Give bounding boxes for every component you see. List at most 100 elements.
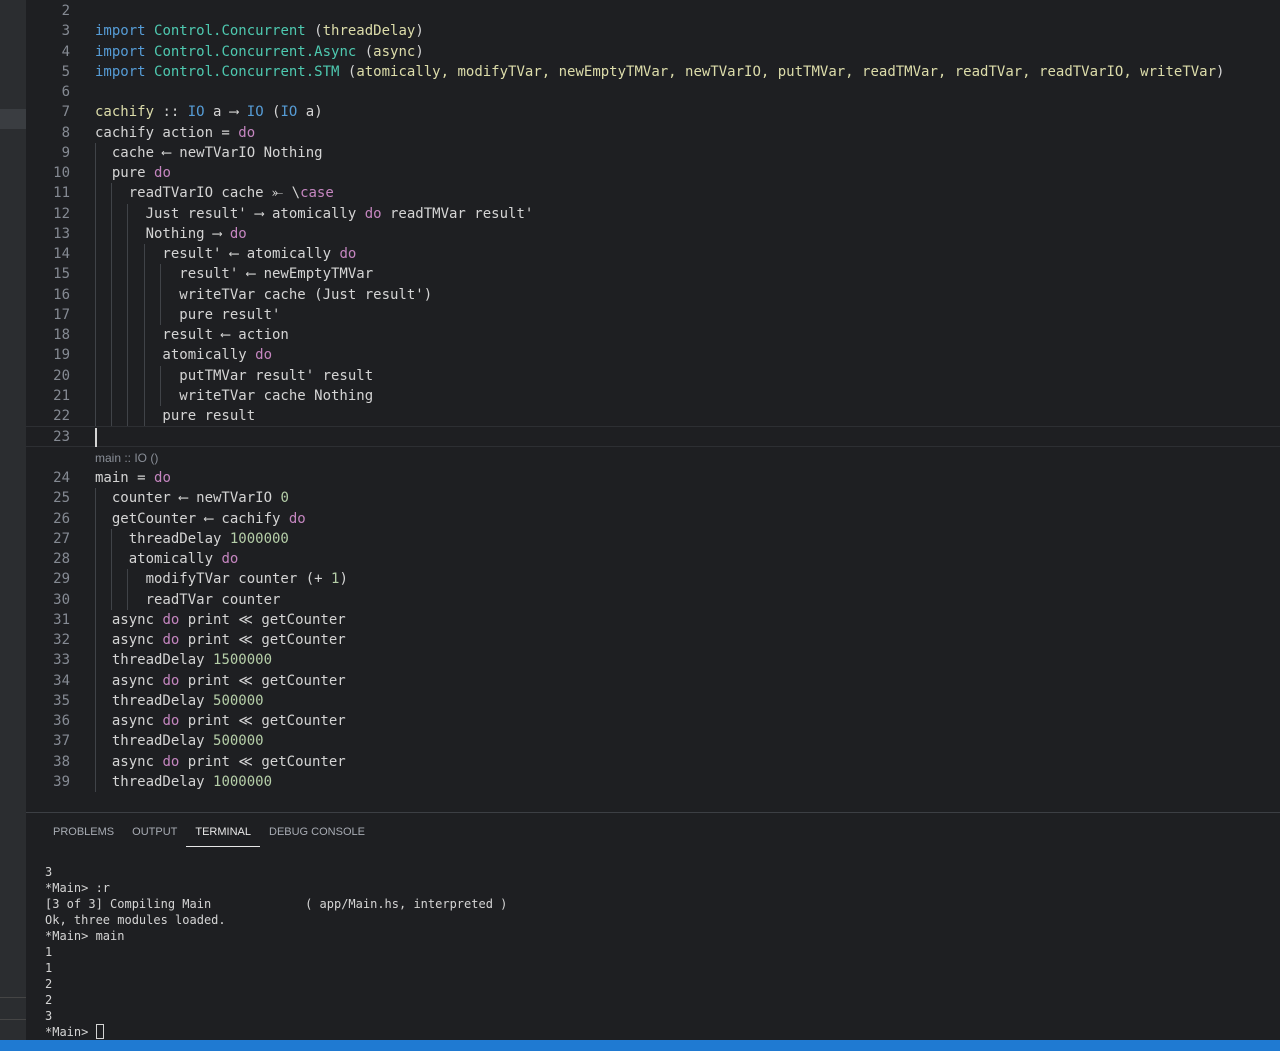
code-token: import <box>95 43 146 60</box>
code-line-20[interactable]: 20 putTMVar result' result <box>26 366 1280 386</box>
code-line-28[interactable]: 28 atomically do <box>26 549 1280 569</box>
tab-debug-console[interactable]: DEBUG CONSOLE <box>260 823 374 847</box>
code-line-15[interactable]: 15 result' ⟵ newEmptyTMVar <box>26 264 1280 284</box>
code-line-21[interactable]: 21 writeTVar cache Nothing <box>26 386 1280 406</box>
code-line-37[interactable]: 37 threadDelay 500000 <box>26 731 1280 751</box>
code-text: readTVarIO cache ⤜ \case <box>95 183 334 203</box>
code-line-13[interactable]: 13 Nothing ⟶ do <box>26 224 1280 244</box>
code-token: a) <box>297 104 323 121</box>
code-token: putTMVar result' result <box>95 367 374 384</box>
activity-divider <box>0 997 26 998</box>
code-line-39[interactable]: 39 threadDelay 1000000 <box>26 772 1280 792</box>
code-line-17[interactable]: 17 pure result' <box>26 305 1280 325</box>
code-line-30[interactable]: 30 readTVar counter <box>26 590 1280 610</box>
code-line-6[interactable]: 6 <box>26 82 1280 102</box>
code-line-16[interactable]: 16 writeTVar cache (Just result') <box>26 285 1280 305</box>
code-line-35[interactable]: 35 threadDelay 500000 <box>26 691 1280 711</box>
line-number: 37 <box>53 733 70 750</box>
tab-output[interactable]: OUTPUT <box>123 823 186 847</box>
tab-terminal[interactable]: TERMINAL <box>186 823 260 847</box>
code-token: print ≪ getCounter <box>179 713 346 729</box>
code-token: ) <box>415 43 424 60</box>
code-line-19[interactable]: 19 atomically do <box>26 345 1280 365</box>
code-line-38[interactable]: 38 async do print ≪ getCounter <box>26 752 1280 772</box>
code-token: threadDelay <box>95 692 214 709</box>
code-token: a <box>204 104 230 121</box>
code-line-29[interactable]: 29 modifyTVar counter (+ 1) <box>26 569 1280 589</box>
code-token: writeTVar cache Nothing <box>95 387 374 404</box>
line-number: 33 <box>53 652 70 669</box>
code-line-34[interactable]: 34 async do print ≪ getCounter <box>26 671 1280 691</box>
line-number: 3 <box>61 23 70 40</box>
code-line-33[interactable]: 33 threadDelay 1500000 <box>26 650 1280 670</box>
code-text: writeTVar cache (Just result') <box>95 285 432 305</box>
code-text: import Control.Concurrent.Async (async) <box>95 42 424 62</box>
code-line-9[interactable]: 9 cache ⟵ newTVarIO Nothing <box>26 143 1280 163</box>
code-line-25[interactable]: 25 counter ⟵ newTVarIO 0 <box>26 488 1280 508</box>
code-line-36[interactable]: 36 async do print ≪ getCounter <box>26 711 1280 731</box>
tab-problems[interactable]: PROBLEMS <box>44 823 123 847</box>
code-text: async do print ≪ getCounter <box>95 610 346 630</box>
code-token: do <box>154 470 171 486</box>
code-token: Control.Concurrent.Async <box>154 43 357 60</box>
terminal-line: 2 <box>45 993 53 1007</box>
code-token: ) <box>1216 63 1225 80</box>
code-line-7[interactable]: 7 cachify :: IO a ⟶ IO (IO a) <box>26 102 1280 122</box>
code-line-3[interactable]: 3 import Control.Concurrent (threadDelay) <box>26 21 1280 41</box>
type-signature-lens[interactable]: main :: IO () <box>95 451 158 465</box>
code-line-27[interactable]: 27 threadDelay 1000000 <box>26 529 1280 549</box>
code-token: do <box>162 672 180 689</box>
code-token: atomically <box>95 551 222 567</box>
terminal-prompt[interactable]: *Main> <box>45 1024 104 1040</box>
code-token: do <box>339 246 357 262</box>
code-line-5[interactable]: 5 import Control.Concurrent.STM (atomical… <box>26 62 1280 82</box>
code-line-12[interactable]: 12 Just result' ⟶ atomically do readTMVa… <box>26 204 1280 224</box>
code-token: async <box>95 632 163 648</box>
code-token: print ≪ getCounter <box>179 753 346 770</box>
code-text: atomically do <box>95 549 239 569</box>
code-token: print ≪ getCounter <box>179 611 346 628</box>
code-text: cachify :: IO a ⟶ IO (IO a) <box>95 102 323 122</box>
code-line-26[interactable]: 26 getCounter ⟵ cachify do <box>26 509 1280 529</box>
code-text: cache ⟵ newTVarIO Nothing <box>95 143 323 163</box>
code-token: IO <box>187 104 205 121</box>
code-token: result' ⟵ atomically <box>95 246 340 262</box>
code-line-8[interactable]: 8 cachify action = do <box>26 123 1280 143</box>
code-line-31[interactable]: 31 async do print ≪ getCounter <box>26 610 1280 630</box>
panel-tabs: PROBLEMS OUTPUT TERMINAL DEBUG CONSOLE <box>44 823 374 847</box>
code-line-10[interactable]: 10 pure do <box>26 163 1280 183</box>
terminal-line: 1 <box>45 945 53 959</box>
code-line-14[interactable]: 14 result' ⟵ atomically do <box>26 244 1280 264</box>
terminal-line: 3 <box>45 865 53 879</box>
code-line-11[interactable]: 11 readTVarIO cache ⤜ \case <box>26 183 1280 203</box>
code-text: result ⟵ action <box>95 325 288 345</box>
indent-guide <box>143 244 145 427</box>
code-line-18[interactable]: 18 result ⟵ action <box>26 325 1280 345</box>
line-number: 29 <box>53 571 70 588</box>
code-editor[interactable]: 2 3 import Control.Concurrent (threadDelay… <box>26 0 1280 812</box>
code-line-23[interactable]: 23 <box>26 426 1280 447</box>
code-token: do <box>229 225 247 242</box>
code-line-2[interactable]: 2 <box>26 1 1280 21</box>
code-text: async do print ≪ getCounter <box>95 630 346 650</box>
line-number: 16 <box>53 286 70 303</box>
terminal-line: 3 <box>45 1009 53 1023</box>
line-number: 14 <box>53 246 70 262</box>
code-token: threadDelay <box>95 733 214 750</box>
indent-guide <box>95 142 96 427</box>
code-text: async do print ≪ getCounter <box>95 711 346 731</box>
code-text: pure do <box>95 163 171 183</box>
line-number: 17 <box>53 306 70 323</box>
code-line-4[interactable]: 4 import Control.Concurrent.Async (async) <box>26 42 1280 62</box>
code-line-22[interactable]: 22 pure result <box>26 406 1280 426</box>
code-token: do <box>162 632 180 648</box>
indent-guide <box>159 365 161 406</box>
code-token: do <box>154 165 171 181</box>
code-token: do <box>288 510 306 527</box>
code-line-24[interactable]: 24 main = do <box>26 468 1280 488</box>
line-number: 26 <box>53 510 70 527</box>
terminal-line: 1 <box>45 961 53 975</box>
code-line-32[interactable]: 32 async do print ≪ getCounter <box>26 630 1280 650</box>
